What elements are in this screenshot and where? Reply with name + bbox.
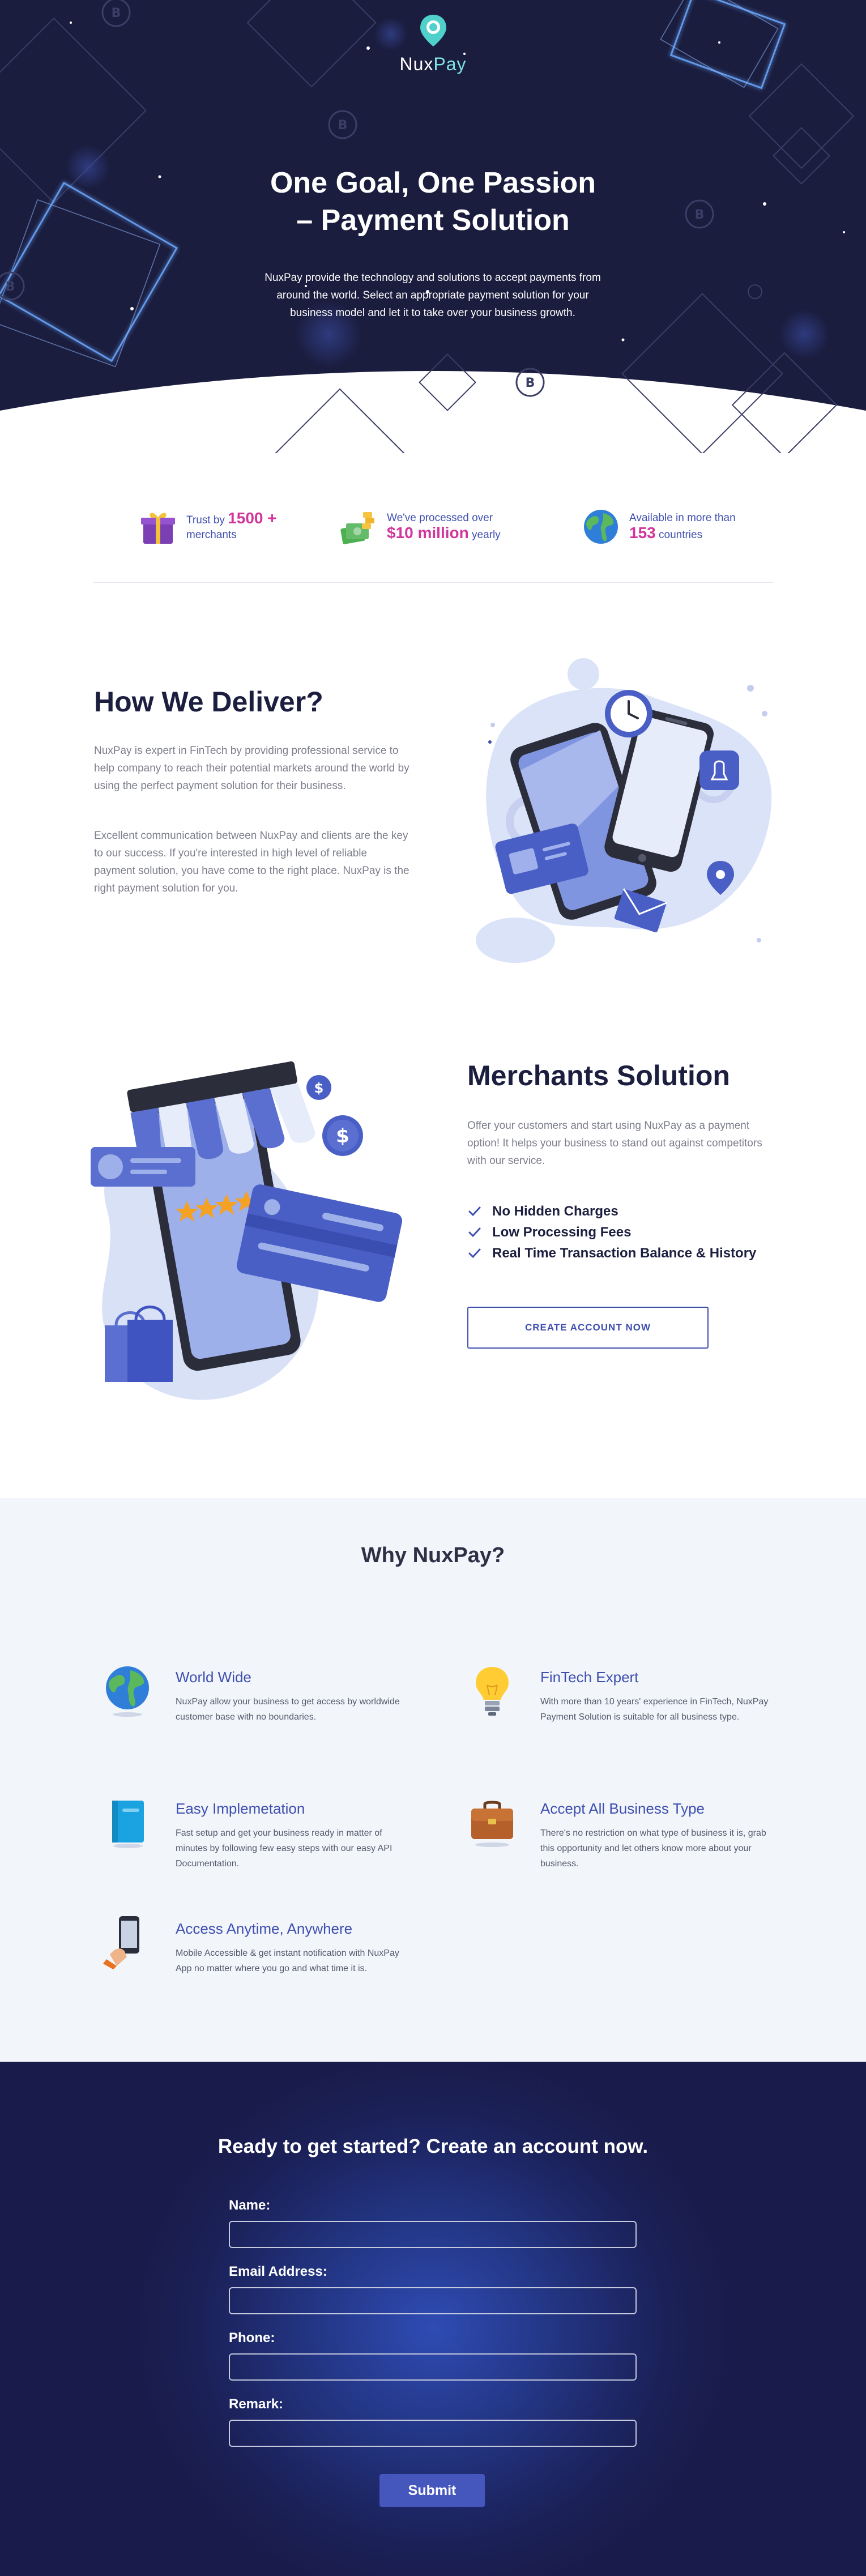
phone-field[interactable] bbox=[229, 2353, 637, 2381]
feature-world-wide: World Wide NuxPay allow your business to… bbox=[106, 1666, 413, 1725]
mobile-phone-icon bbox=[103, 1916, 139, 1969]
brand-name: NuxPay bbox=[399, 54, 467, 74]
brand-logo[interactable]: NuxPay bbox=[0, 14, 866, 75]
signup-section: Ready to get started? Create an account … bbox=[0, 2062, 866, 2576]
how-paragraph-2: Excellent communication between NuxPay a… bbox=[94, 830, 409, 894]
hero-description: NuxPay provide the technology and soluti… bbox=[265, 272, 601, 319]
how-paragraph-1: NuxPay is expert in FinTech by providing… bbox=[94, 745, 409, 792]
feature-title: World Wide bbox=[176, 1669, 251, 1686]
svg-text:B: B bbox=[6, 280, 15, 294]
merchants-title: Merchants Solution bbox=[467, 1060, 730, 1091]
feature-title: Access Anytime, Anywhere bbox=[176, 1920, 353, 1937]
svg-text:B: B bbox=[526, 376, 535, 390]
remark-label: Remark: bbox=[229, 2396, 284, 2412]
hero-title: One Goal, One Passion – Payment Solution bbox=[0, 164, 866, 239]
merchant-store-illustration: $ $ bbox=[91, 1061, 403, 1400]
notebook-icon bbox=[112, 1801, 144, 1848]
feature-description: NuxPay allow your business to get access… bbox=[176, 1697, 400, 1722]
how-title: How We Deliver? bbox=[94, 686, 323, 718]
section-divider bbox=[93, 582, 773, 583]
name-label: Name: bbox=[229, 2198, 271, 2213]
stat-merchants-pre: Trust by bbox=[186, 514, 225, 526]
feature-easy-implementation: Easy Implemetation Fast setup and get yo… bbox=[112, 1799, 413, 1871]
stat-countries-post: countries bbox=[659, 529, 703, 541]
checkmark-icon bbox=[468, 1248, 481, 1258]
svg-text:$: $ bbox=[336, 1125, 349, 1148]
email-label: Email Address: bbox=[229, 2264, 327, 2279]
feature-fintech-expert: FinTech Expert With more than 10 years' … bbox=[476, 1667, 778, 1725]
stat-countries-pre: Available in more than bbox=[629, 512, 736, 524]
checkmark-icon bbox=[468, 1206, 481, 1216]
feature-description: Mobile Accessible & get instant notifica… bbox=[176, 1948, 399, 1973]
stat-processed-pre: We've processed over bbox=[387, 512, 493, 524]
feature-label: Real Time Transaction Balance & History bbox=[492, 1245, 757, 1261]
stat-merchants-value: 1500 + bbox=[228, 509, 277, 527]
stat-merchants-post: merchants bbox=[186, 529, 237, 541]
stat-processed-value: $10 million bbox=[387, 524, 469, 541]
phone-payment-illustration bbox=[476, 658, 772, 963]
merchants-feature-list: No Hidden Charges Low Processing Fees Re… bbox=[467, 1201, 756, 1264]
svg-text:$: $ bbox=[314, 1080, 324, 1096]
checkmark-icon bbox=[468, 1227, 481, 1237]
feature-title: Easy Implemetation bbox=[176, 1800, 305, 1817]
why-title: Why NuxPay? bbox=[361, 1543, 505, 1567]
merchants-description: Offer your customers and start using Nux… bbox=[467, 1120, 762, 1167]
money-stack-icon bbox=[340, 512, 374, 544]
signup-title: Ready to get started? Create an account … bbox=[217, 2135, 649, 2157]
name-field[interactable] bbox=[229, 2221, 637, 2248]
gift-icon bbox=[141, 513, 175, 544]
feature-label: No Hidden Charges bbox=[492, 1203, 618, 1219]
list-item: Real Time Transaction Balance & History bbox=[467, 1243, 756, 1264]
stat-processed-post: yearly bbox=[472, 529, 501, 541]
list-item: No Hidden Charges bbox=[467, 1201, 756, 1222]
stats-strip: Trust by 1500 + merchants We've processed… bbox=[93, 498, 773, 583]
stat-processed: We've processed over $10 million yearly bbox=[338, 498, 501, 555]
briefcase-icon bbox=[471, 1801, 513, 1847]
feature-all-business: Accept All Business Type There's no rest… bbox=[471, 1799, 778, 1871]
stat-countries: Available in more than 153 countries bbox=[581, 498, 736, 555]
feature-description: Fast setup and get your business ready i… bbox=[176, 1828, 393, 1869]
why-nuxpay-section: Why NuxPay? World Wide NuxPay allow your… bbox=[0, 1498, 866, 2062]
feature-description: With more than 10 years' experience in F… bbox=[540, 1697, 769, 1722]
stat-merchants: Trust by 1500 + merchants bbox=[138, 498, 277, 555]
globe-icon bbox=[106, 1666, 149, 1717]
svg-text:B: B bbox=[338, 118, 348, 133]
create-account-button[interactable]: CREATE ACCOUNT NOW bbox=[467, 1307, 709, 1349]
feature-title: FinTech Expert bbox=[540, 1669, 639, 1686]
feature-description: There's no restriction on what type of b… bbox=[540, 1828, 766, 1869]
feature-access-anywhere: Access Anytime, Anywhere Mobile Accessib… bbox=[103, 1916, 413, 1976]
stat-countries-value: 153 bbox=[629, 524, 656, 541]
remark-field[interactable] bbox=[229, 2420, 637, 2447]
hero-section: BBB BB NuxPay One Goal, One Passion – Pa… bbox=[0, 0, 866, 453]
email-field[interactable] bbox=[229, 2287, 637, 2314]
globe-icon bbox=[584, 510, 618, 544]
feature-title: Accept All Business Type bbox=[540, 1800, 705, 1817]
lightbulb-icon bbox=[476, 1667, 509, 1716]
location-pin-icon bbox=[420, 15, 446, 46]
feature-label: Low Processing Fees bbox=[492, 1224, 632, 1240]
hero-title-line-1: One Goal, One Passion bbox=[270, 167, 596, 199]
phone-label: Phone: bbox=[229, 2330, 275, 2345]
submit-button[interactable]: Submit bbox=[379, 2474, 485, 2507]
list-item: Low Processing Fees bbox=[467, 1222, 756, 1243]
hero-title-line-2: – Payment Solution bbox=[296, 204, 570, 237]
